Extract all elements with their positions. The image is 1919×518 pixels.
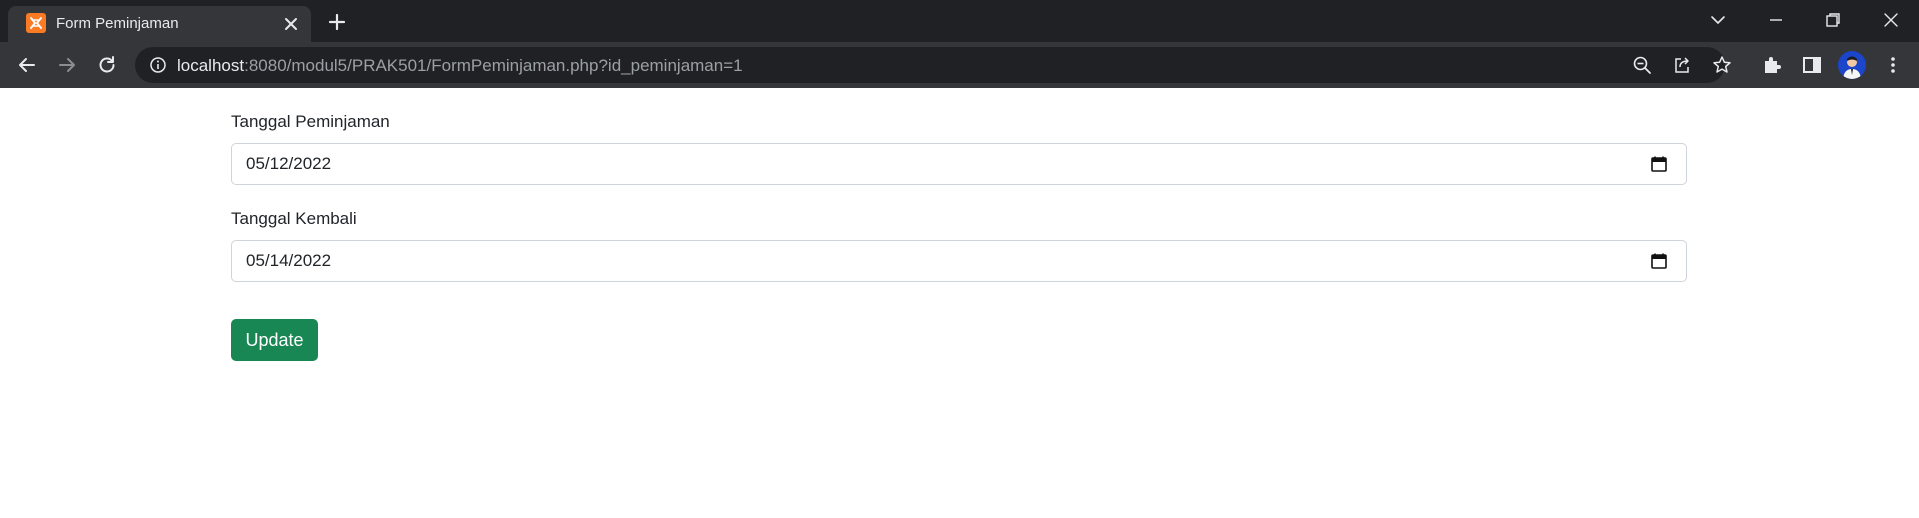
new-tab-icon[interactable] bbox=[325, 10, 349, 34]
update-button[interactable]: Update bbox=[231, 319, 318, 361]
tab-title: Form Peminjaman bbox=[56, 15, 179, 32]
more-menu-icon[interactable] bbox=[1882, 54, 1904, 76]
url-path: :8080/modul5/PRAK501/FormPeminjaman.php?… bbox=[244, 56, 743, 75]
restore-icon[interactable] bbox=[1821, 8, 1845, 32]
tanggal-peminjaman-value[interactable]: 05/12/2022 bbox=[246, 154, 331, 174]
active-tab[interactable]: Form Peminjaman bbox=[8, 6, 311, 42]
reload-icon[interactable] bbox=[95, 53, 119, 77]
tab-search-chevron-icon[interactable] bbox=[1706, 8, 1730, 32]
browser-toolbar: localhost:8080/modul5/PRAK501/FormPeminj… bbox=[0, 42, 1919, 88]
close-window-icon[interactable] bbox=[1879, 8, 1903, 32]
page-content: Tanggal Peminjaman 05/12/2022 Tanggal Ke… bbox=[0, 88, 1919, 518]
browser-tab-bar: Form Peminjaman bbox=[0, 0, 1919, 42]
tanggal-kembali-input[interactable]: 05/14/2022 bbox=[231, 240, 1687, 282]
tanggal-peminjaman-input[interactable]: 05/12/2022 bbox=[231, 143, 1687, 185]
back-icon[interactable] bbox=[15, 53, 39, 77]
calendar-icon[interactable] bbox=[1650, 155, 1668, 173]
share-icon[interactable] bbox=[1672, 55, 1692, 75]
tanggal-kembali-value[interactable]: 05/14/2022 bbox=[246, 251, 331, 271]
tanggal-kembali-label: Tanggal Kembali bbox=[231, 209, 357, 228]
url-host: localhost bbox=[177, 56, 245, 75]
zoom-out-icon[interactable] bbox=[1632, 55, 1652, 75]
xampp-icon bbox=[26, 13, 46, 33]
bookmark-star-icon[interactable] bbox=[1712, 55, 1732, 75]
calendar-icon[interactable] bbox=[1650, 252, 1668, 270]
site-info-icon[interactable] bbox=[149, 56, 167, 74]
extensions-puzzle-icon[interactable] bbox=[1761, 54, 1783, 76]
profile-avatar[interactable] bbox=[1838, 51, 1866, 79]
side-panel-icon[interactable] bbox=[1801, 54, 1823, 76]
tanggal-peminjaman-label: Tanggal Peminjaman bbox=[231, 112, 390, 131]
url-text[interactable]: localhost:8080/modul5/PRAK501/FormPeminj… bbox=[177, 56, 743, 76]
address-bar[interactable]: localhost:8080/modul5/PRAK501/FormPeminj… bbox=[135, 47, 1731, 83]
forward-icon[interactable] bbox=[55, 53, 79, 77]
minimize-icon[interactable] bbox=[1764, 8, 1788, 32]
close-tab-icon[interactable] bbox=[281, 14, 301, 34]
